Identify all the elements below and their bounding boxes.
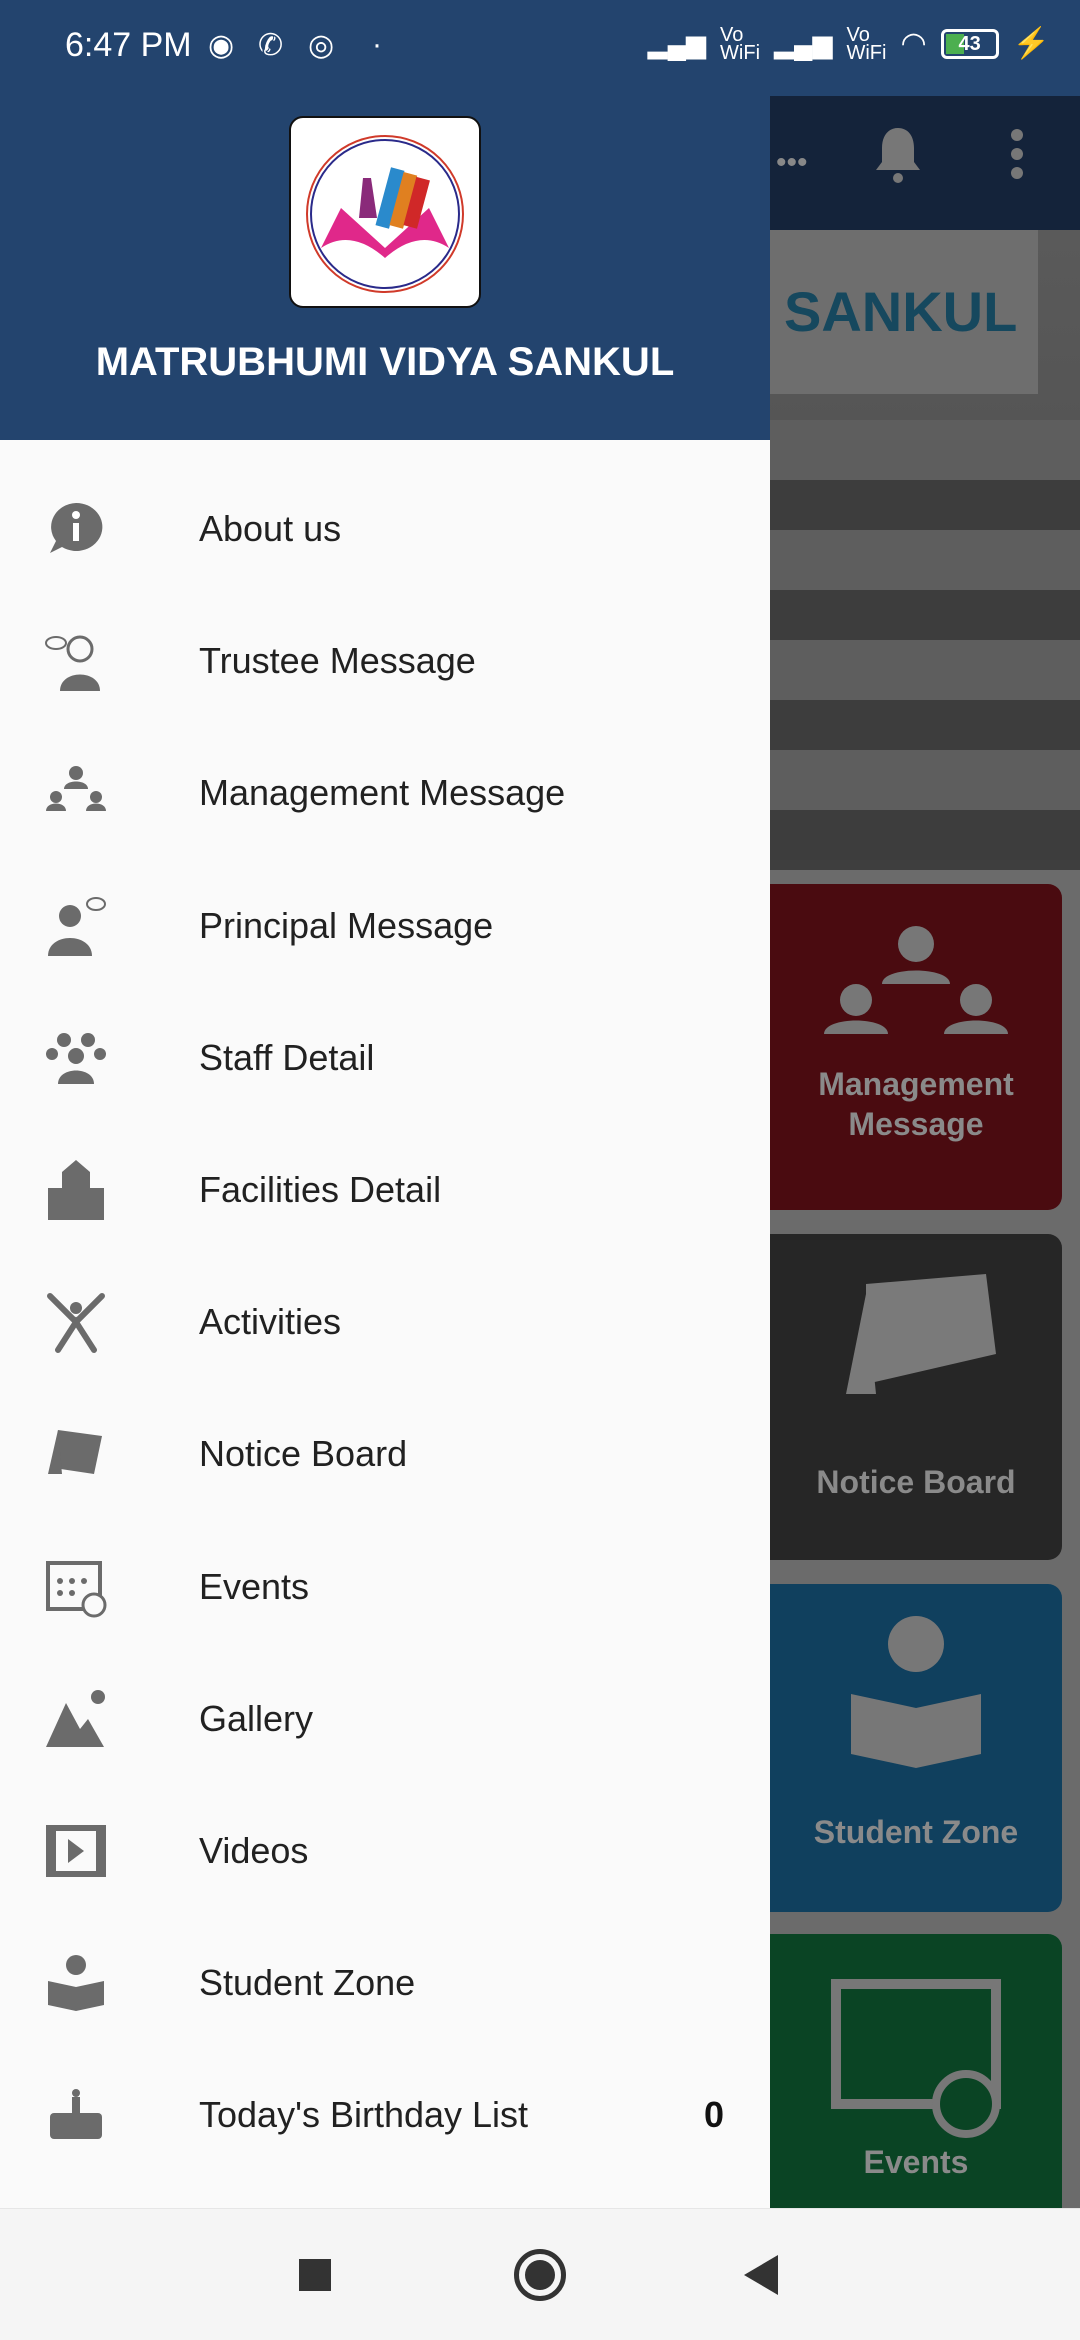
calendar-icon [40, 1551, 112, 1623]
tile-notice-board[interactable]: Notice Board [770, 1234, 1062, 1560]
system-nav-bar [0, 2208, 1080, 2340]
back-button[interactable] [744, 2255, 778, 2295]
home-button[interactable] [514, 2249, 566, 2301]
tile-label: Student Zone [813, 1814, 1019, 1850]
signal-icon: ▂▄▆ [774, 29, 833, 59]
menu-item-facilities-detail[interactable]: Facilities Detail [0, 1124, 770, 1256]
menu-item-label: Trustee Message [199, 640, 476, 682]
vowifi-label: Vo WiFi [720, 24, 761, 64]
app-toolbar: ••• [770, 76, 1080, 230]
bell-icon[interactable] [872, 126, 924, 186]
tile-events[interactable]: Events [770, 1934, 1062, 2234]
menu-item-notice-board[interactable]: Notice Board [0, 1388, 770, 1520]
menu-item-today-s-birthday-list[interactable]: Today's Birthday List 0 [0, 2049, 770, 2181]
assistant-icon: ◎ [308, 29, 335, 62]
wifi-icon: ◠ [900, 27, 927, 60]
management-icon [40, 757, 112, 829]
menu-item-gallery[interactable]: Gallery [0, 1653, 770, 1785]
clock: 6:47 PM [65, 26, 192, 64]
menu-item-trustee-message[interactable]: Trustee Message [0, 595, 770, 727]
menu-item-label: Principal Message [199, 904, 494, 946]
drawer-menu: About us Trustee Message Management Messag… [0, 463, 770, 2181]
menu-item-label: Notice Board [199, 1433, 408, 1475]
cake-icon [40, 2079, 112, 2151]
student-icon [40, 1947, 112, 2019]
menu-item-staff-detail[interactable]: Staff Detail [0, 992, 770, 1124]
tile-student-zone[interactable]: Student Zone [770, 1584, 1062, 1912]
menu-item-label: Facilities Detail [199, 1169, 442, 1211]
notice-icon [846, 1274, 996, 1394]
gallery-icon [40, 1683, 112, 1755]
birthday-count: 0 [703, 2094, 724, 2136]
banner-sign: SANKUL [770, 230, 1038, 394]
menu-item-student-zone[interactable]: Student Zone [0, 1917, 770, 2049]
trustee-icon [40, 625, 112, 697]
video-icon [40, 1815, 112, 1887]
menu-item-events[interactable]: Events [0, 1521, 770, 1653]
school-logo [289, 116, 481, 308]
principal-icon [40, 890, 112, 962]
recents-button[interactable] [299, 2259, 331, 2291]
charging-icon: ⚡ [1012, 27, 1050, 60]
menu-item-principal-message[interactable]: Principal Message [0, 860, 770, 992]
tile-label: Events [863, 2144, 969, 2180]
student-icon [851, 1616, 981, 1768]
notice-icon [40, 1418, 112, 1490]
app-notification-icon: ◉ [208, 29, 235, 62]
menu-item-label: Videos [199, 1829, 309, 1871]
status-bar: 6:47 PM ◉ ✆ ◎ · ▂▄▆ Vo WiFi ▂▄▆ Vo WiFi … [0, 0, 1080, 96]
menu-item-label: Today's Birthday List [199, 2094, 529, 2136]
more-dots-icon: ••• [776, 146, 808, 179]
dot-icon: · [372, 28, 382, 61]
menu-item-activities[interactable]: Activities [0, 1256, 770, 1388]
call-icon: ✆ [258, 29, 284, 62]
tile-management-message[interactable]: Management Message [770, 884, 1062, 1210]
vowifi-label: Vo WiFi [846, 24, 887, 64]
management-icon [824, 926, 1008, 1034]
overflow-menu-icon[interactable] [1010, 128, 1024, 180]
menu-item-label: Staff Detail [199, 1036, 375, 1078]
menu-item-label: Management Message [199, 772, 566, 814]
calendar-icon [831, 1979, 1001, 2138]
battery-icon: 43 [940, 29, 999, 59]
menu-item-label: Student Zone [199, 1962, 416, 2004]
menu-item-videos[interactable]: Videos [0, 1785, 770, 1917]
navigation-drawer: MATRUBHUMI VIDYA SANKUL About us Trustee … [0, 0, 770, 2208]
menu-item-label: Events [199, 1565, 310, 1607]
menu-item-label: Gallery [199, 1697, 314, 1739]
menu-item-label: Activities [199, 1301, 342, 1343]
tile-label: Management Message [818, 1066, 1014, 1142]
info-icon [40, 493, 112, 565]
menu-item-label: About us [199, 508, 342, 550]
staff-icon [40, 1022, 112, 1094]
menu-item-about-us[interactable]: About us [0, 463, 770, 595]
banner-image: SANKUL [770, 230, 1080, 870]
tile-label: Notice Board [816, 1464, 1016, 1500]
school-name: MATRUBHUMI VIDYA SANKUL [95, 340, 675, 384]
signal-icon: ▂▄▆ [647, 29, 707, 59]
building-icon [40, 1154, 112, 1226]
menu-item-management-message[interactable]: Management Message [0, 727, 770, 859]
activities-icon [40, 1286, 112, 1358]
